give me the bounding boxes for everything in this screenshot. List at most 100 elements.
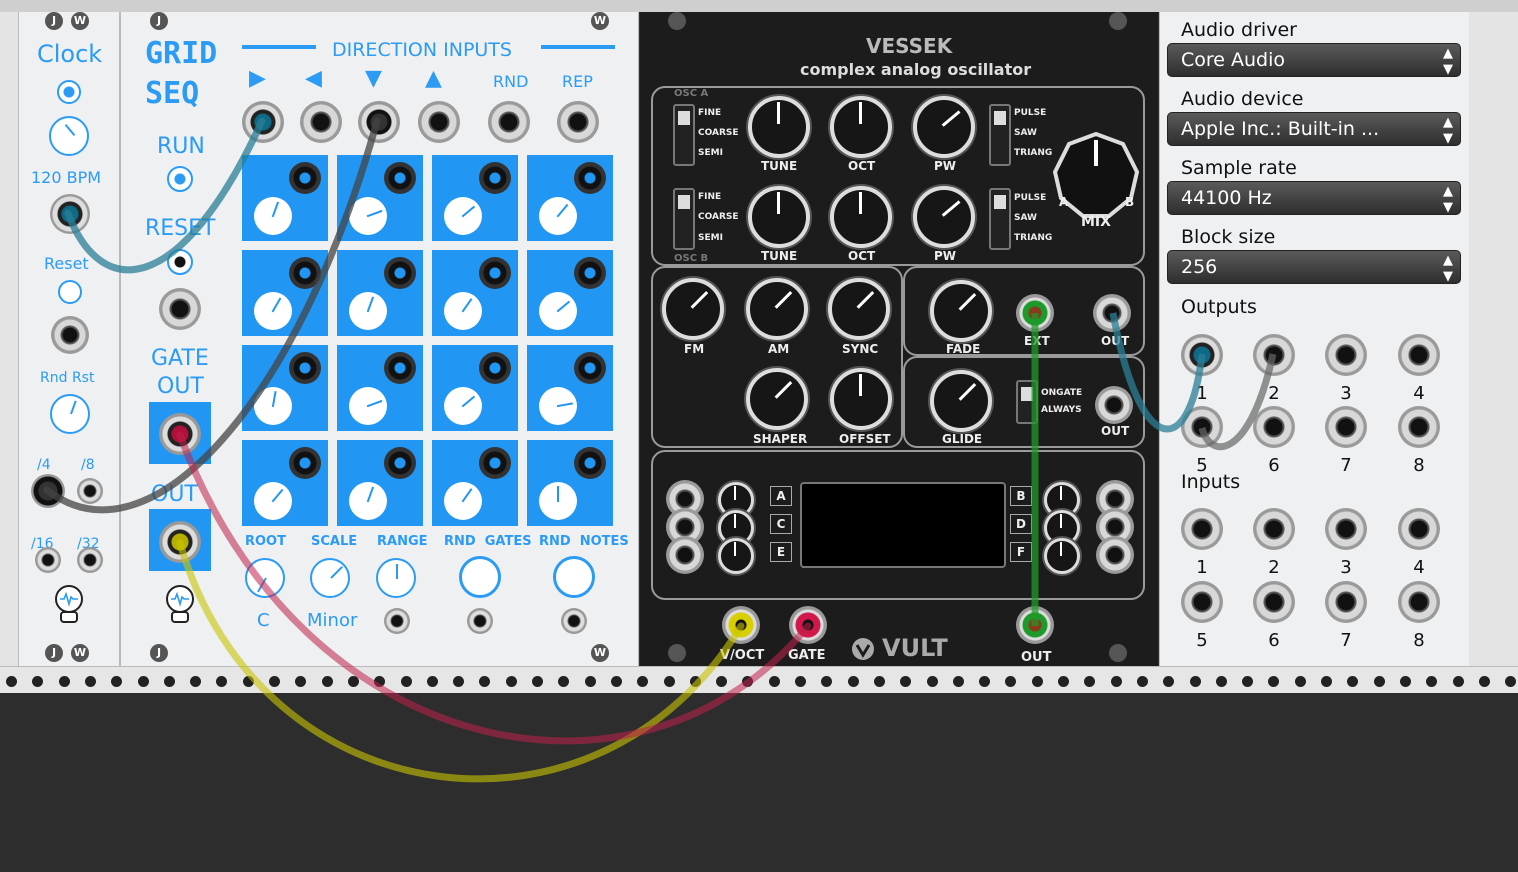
div32-jack[interactable] (77, 547, 103, 573)
step-gate-button[interactable] (479, 162, 511, 194)
step-gate-button[interactable] (289, 257, 321, 289)
shaper-knob[interactable] (746, 368, 808, 430)
audio-output-jack-5[interactable] (1181, 406, 1223, 448)
step-gate-button[interactable] (574, 257, 606, 289)
step-gate-button[interactable] (289, 162, 321, 194)
step-cell[interactable] (527, 155, 613, 241)
mod-slot-1-right[interactable]: D (1010, 514, 1032, 534)
step-cell[interactable] (242, 155, 328, 241)
step-cell[interactable] (242, 440, 328, 526)
gridseq-module[interactable]: J W J W GRID SEQ DIRECTION INPUTS ▶ ◀ ▼ … (120, 12, 639, 666)
step-cell[interactable] (527, 345, 613, 431)
audio-driver-select[interactable]: Core Audio ▲ ▼ (1167, 43, 1461, 77)
clock-out-jack[interactable] (50, 194, 90, 234)
osc-b-wave-switch[interactable] (989, 188, 1011, 250)
audio-input-jack-3[interactable] (1325, 508, 1367, 550)
mod-input-jack-2-left[interactable] (666, 536, 704, 574)
step-gate-button[interactable] (384, 352, 416, 384)
step-gate-button[interactable] (479, 447, 511, 479)
pw-b-knob[interactable] (913, 186, 975, 248)
audio-output-jack-7[interactable] (1325, 406, 1367, 448)
step-pitch-knob[interactable] (254, 197, 292, 235)
audio-input-jack-7[interactable] (1325, 581, 1367, 623)
step-cell[interactable] (527, 440, 613, 526)
step-cell[interactable] (432, 345, 518, 431)
glide-knob[interactable] (930, 370, 992, 432)
sync-knob[interactable] (828, 278, 890, 340)
mod-slot-1-left[interactable]: C (770, 514, 792, 534)
audio-input-jack-5[interactable] (1181, 581, 1223, 623)
step-gate-button[interactable] (574, 162, 606, 194)
rnd-gates-cv-jack[interactable] (467, 608, 493, 634)
step-cell[interactable] (337, 440, 423, 526)
step-pitch-knob[interactable] (349, 197, 387, 235)
rnd-dir-jack[interactable] (488, 101, 530, 143)
glide-out-jack[interactable] (1095, 386, 1133, 424)
step-gate-button[interactable] (574, 352, 606, 384)
main-out-jack[interactable] (1016, 606, 1054, 644)
left-dir-jack[interactable] (300, 101, 342, 143)
audio-input-jack-6[interactable] (1253, 581, 1295, 623)
step-gate-button[interactable] (384, 162, 416, 194)
pw-a-knob[interactable] (913, 96, 975, 158)
osc-b-range-switch[interactable] (673, 188, 695, 250)
rnd-gates-button[interactable] (459, 556, 501, 598)
glide-mode-switch[interactable] (1016, 380, 1038, 424)
audio-input-jack-4[interactable] (1398, 508, 1440, 550)
voct-jack[interactable] (722, 606, 760, 644)
audio-output-jack-1[interactable] (1181, 334, 1223, 376)
step-pitch-knob[interactable] (254, 482, 292, 520)
mod-slot-0-right[interactable]: B (1010, 486, 1032, 506)
sample-rate-select[interactable]: 44100 Hz ▲ ▼ (1167, 181, 1461, 215)
div4-jack[interactable] (31, 474, 65, 508)
mod-amount-knob-2-left[interactable] (718, 538, 754, 574)
audio-input-jack-8[interactable] (1398, 581, 1440, 623)
oct-a-knob[interactable] (830, 96, 892, 158)
range-knob[interactable] (376, 558, 416, 598)
step-cell[interactable] (337, 155, 423, 241)
fade-knob[interactable] (930, 280, 992, 342)
step-grid[interactable] (242, 155, 617, 530)
tempo-knob[interactable] (49, 116, 89, 156)
audio-output-jack-3[interactable] (1325, 334, 1367, 376)
step-pitch-knob[interactable] (254, 387, 292, 425)
step-pitch-knob[interactable] (349, 482, 387, 520)
rep-dir-jack[interactable] (557, 101, 599, 143)
up-dir-jack[interactable] (418, 101, 460, 143)
oct-b-knob[interactable] (830, 186, 892, 248)
step-gate-button[interactable] (289, 352, 321, 384)
tune-a-knob[interactable] (748, 96, 810, 158)
step-cell[interactable] (527, 250, 613, 336)
step-cell[interactable] (337, 345, 423, 431)
audio-output-jack-2[interactable] (1253, 334, 1295, 376)
step-pitch-knob[interactable] (444, 482, 482, 520)
offset-knob[interactable] (830, 368, 892, 430)
run-button[interactable] (167, 166, 193, 192)
step-gate-button[interactable] (574, 447, 606, 479)
mod-slot-0-left[interactable]: A (770, 486, 792, 506)
audio-output-jack-6[interactable] (1253, 406, 1295, 448)
vessek-module[interactable]: VESSEK complex analog oscillator OSC A O… (640, 12, 1158, 666)
audio-input-jack-1[interactable] (1181, 508, 1223, 550)
step-cell[interactable] (242, 345, 328, 431)
step-cell[interactable] (242, 250, 328, 336)
block-size-select[interactable]: 256 ▲ ▼ (1167, 250, 1461, 284)
step-pitch-knob[interactable] (349, 292, 387, 330)
gate-jack[interactable] (789, 606, 827, 644)
audio-output-jack-8[interactable] (1398, 406, 1440, 448)
fm-knob[interactable] (662, 278, 724, 340)
step-cell[interactable] (432, 155, 518, 241)
step-gate-button[interactable] (479, 257, 511, 289)
reset-jack[interactable] (159, 288, 201, 330)
step-pitch-knob[interactable] (444, 197, 482, 235)
run-toggle-button[interactable] (57, 80, 81, 104)
gate-out-jack[interactable] (159, 413, 201, 455)
reset-button[interactable] (167, 249, 193, 275)
div8-jack[interactable] (77, 478, 103, 504)
rnd-notes-cv-jack[interactable] (561, 608, 587, 634)
ext-input-jack[interactable] (1016, 294, 1054, 332)
step-pitch-knob[interactable] (444, 292, 482, 330)
step-pitch-knob[interactable] (539, 292, 577, 330)
step-gate-button[interactable] (289, 447, 321, 479)
audio-input-jack-2[interactable] (1253, 508, 1295, 550)
